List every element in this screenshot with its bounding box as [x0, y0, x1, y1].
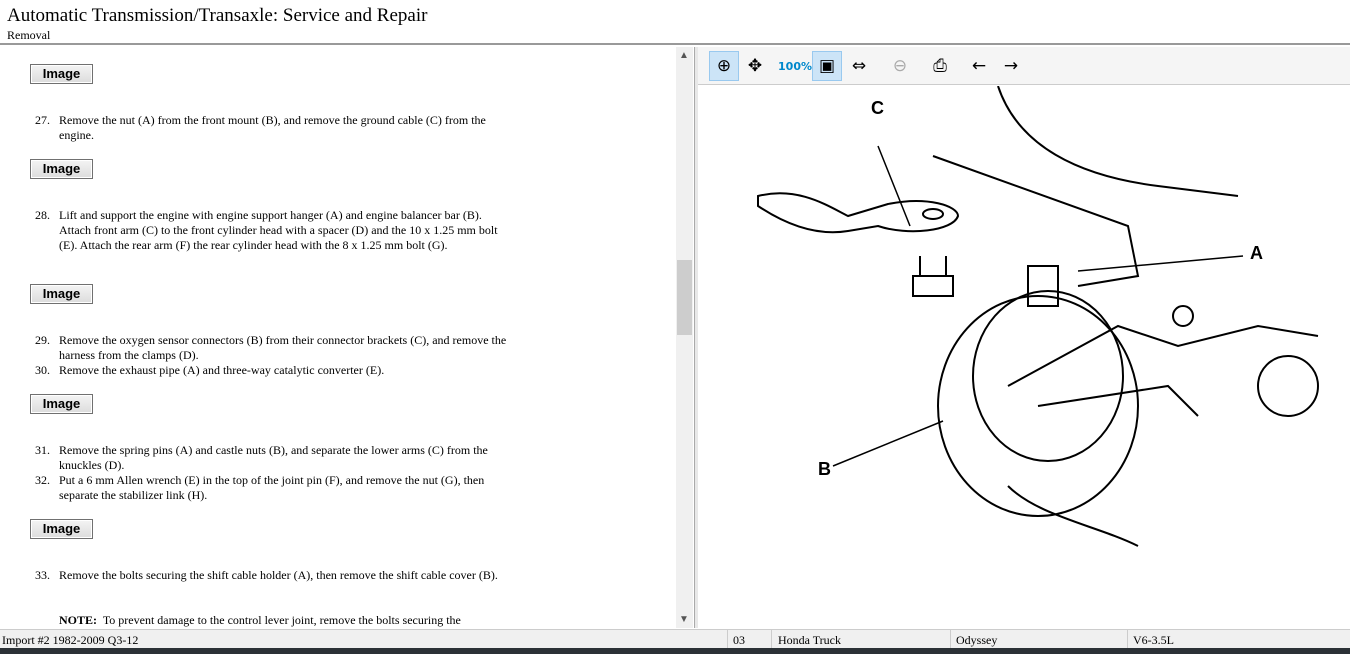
- taskbar: [0, 648, 1350, 654]
- fit-width-icon[interactable]: ⇔: [844, 51, 874, 81]
- status-source: Import #2 1982-2009 Q3-12: [2, 633, 139, 647]
- label-a: A: [1250, 243, 1263, 263]
- status-bar: Import #2 1982-2009 Q3-12 03 Honda Truck…: [0, 629, 1350, 649]
- page-subtitle: Removal: [7, 28, 51, 42]
- status-model: Odyssey: [956, 633, 998, 647]
- step-27: 27. Remove the nut (A) from the front mou…: [35, 113, 515, 143]
- image-button[interactable]: Image: [30, 159, 93, 179]
- status-make: Honda Truck: [778, 633, 842, 647]
- label-b: B: [818, 459, 831, 479]
- note-text: To prevent damage to the control lever j…: [102, 613, 461, 627]
- step-text: Remove the oxygen sensor connectors (B) …: [59, 333, 507, 362]
- step-number: 32.: [35, 473, 50, 487]
- scrollbar-thumb[interactable]: [677, 260, 692, 335]
- step-28: 28. Lift and support the engine with engi…: [35, 208, 515, 253]
- zoom-out-icon[interactable]: ⊖: [885, 51, 915, 81]
- header: Automatic Transmission/Transaxle: Servic…: [0, 0, 1350, 45]
- status-engine: V6-3.5L: [1133, 633, 1174, 647]
- image-pane: ⊕ ✥ 100% ▣ ⇔ ⊖ ⎙ ← → C A B: [698, 47, 1350, 628]
- diagram-image: C A B: [698, 85, 1350, 628]
- step-29: 29. Remove the oxygen sensor connectors (…: [35, 333, 515, 363]
- step-text: Remove the bolts securing the shift cabl…: [59, 568, 498, 582]
- step-text: Put a 6 mm Allen wrench (E) in the top o…: [59, 473, 485, 502]
- note: NOTE: To prevent damage to the control l…: [35, 613, 515, 628]
- image-toolbar: ⊕ ✥ 100% ▣ ⇔ ⊖ ⎙ ← →: [698, 47, 1350, 85]
- step-text: Remove the exhaust pipe (A) and three-wa…: [59, 363, 385, 377]
- step-33: 33. Remove the bolts securing the shift c…: [35, 568, 515, 583]
- print-icon[interactable]: ⎙: [925, 51, 955, 81]
- ground-cable-drawing: [757, 192, 960, 234]
- step-text: Remove the nut (A) from the front mount …: [59, 113, 486, 142]
- next-image-icon[interactable]: →: [996, 51, 1026, 81]
- page-title: Automatic Transmission/Transaxle: Servic…: [7, 5, 428, 26]
- step-number: 33.: [35, 568, 50, 582]
- step-number: 27.: [35, 113, 50, 127]
- image-button[interactable]: Image: [30, 284, 93, 304]
- fit-window-icon[interactable]: ▣: [812, 51, 842, 81]
- step-30: 30. Remove the exhaust pipe (A) and three…: [35, 363, 515, 378]
- step-number: 28.: [35, 208, 50, 222]
- scroll-down-icon[interactable]: ▼: [679, 614, 689, 625]
- scroll-up-icon[interactable]: ▲: [679, 50, 689, 61]
- vertical-scrollbar[interactable]: ▲ ▼: [676, 47, 693, 628]
- step-31: 31. Remove the spring pins (A) and castle…: [35, 443, 515, 473]
- note-label: NOTE:: [59, 613, 98, 627]
- previous-image-icon[interactable]: ←: [964, 51, 994, 81]
- step-number: 31.: [35, 443, 50, 457]
- label-c: C: [871, 98, 884, 118]
- engine-outline: [997, 85, 1239, 197]
- step-text: Lift and support the engine with engine …: [59, 208, 498, 252]
- actual-size-icon[interactable]: 100%: [778, 51, 812, 81]
- step-text: Remove the spring pins (A) and castle nu…: [59, 443, 488, 472]
- image-button[interactable]: Image: [30, 64, 93, 84]
- procedure-pane: Image 27. Remove the nut (A) from the fro…: [0, 47, 695, 628]
- status-year: 03: [733, 633, 745, 647]
- step-number: 29.: [35, 333, 50, 347]
- zoom-in-icon[interactable]: ⊕: [709, 51, 739, 81]
- image-button[interactable]: Image: [30, 519, 93, 539]
- image-button[interactable]: Image: [30, 394, 93, 414]
- step-32: 32. Put a 6 mm Allen wrench (E) in the to…: [35, 473, 515, 503]
- step-number: 30.: [35, 363, 50, 377]
- pan-icon[interactable]: ✥: [740, 51, 770, 81]
